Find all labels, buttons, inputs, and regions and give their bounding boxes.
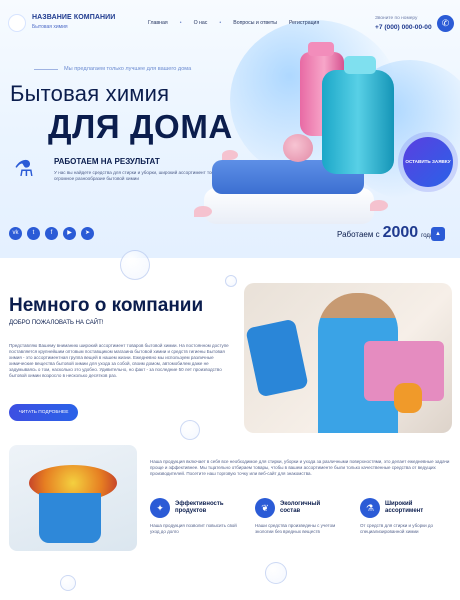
- about-text: Представляю Вашему вниманию широкий ассо…: [9, 343, 229, 379]
- bubble-decoration: [225, 275, 237, 287]
- page: { "header": { "company_title": "НАЗВАНИЕ…: [0, 0, 460, 600]
- feature-desc: Наша продукция позволит повысить свой ух…: [150, 523, 237, 534]
- tagline-text: Мы предлагаем только лучшее для вашего д…: [64, 66, 192, 72]
- leaf-icon: ❦: [255, 498, 275, 518]
- arrow-up-icon[interactable]: ▲: [431, 227, 445, 241]
- feature-title: Широкий ассортимент: [385, 501, 423, 515]
- company-title[interactable]: НАЗВАНИЕ КОМПАНИИ: [32, 14, 115, 21]
- cleaner-photo: [244, 283, 452, 433]
- cleaning-supplies-photo: [9, 445, 137, 551]
- blue-bottle-image: [322, 56, 394, 174]
- twitter-icon[interactable]: t: [27, 227, 40, 240]
- result-title: РАБОТАЕМ НА РЕЗУЛЬТАТ: [54, 157, 160, 166]
- petal-image: [370, 200, 388, 211]
- nav-separator: •: [179, 20, 182, 26]
- about-subtitle: ДОБРО ПОЖАЛОВАТЬ НА САЙТ!: [9, 320, 104, 326]
- feature-item: ❦ Экологичный состав Наши средства произ…: [255, 497, 348, 535]
- feature-title-line2: состав: [280, 508, 301, 514]
- hero-tagline: Мы предлагаем только лучшее для вашего д…: [34, 66, 191, 72]
- since-year: 2000: [382, 224, 419, 241]
- feature-desc: Наши средства произведены с учетом эколо…: [255, 523, 336, 534]
- social-links: vk t f ▶ ➤: [9, 227, 94, 240]
- company-subtitle: Бытовая химия: [32, 24, 68, 30]
- feature-title: Экологичный состав: [280, 501, 320, 515]
- nav-item-faq[interactable]: Вопросы и ответы: [233, 20, 277, 26]
- feature-item: ✦ Эффективность продуктов Наша продукция…: [150, 497, 243, 535]
- feature-title: Эффективность продуктов: [175, 501, 224, 515]
- order-button[interactable]: ОСТАВИТЬ ЗАЯВКУ: [403, 137, 453, 187]
- feature-title-line1: Эффективность: [175, 501, 224, 507]
- read-more-button[interactable]: ЧИТАТЬ ПОДРОБНЕЕ: [9, 404, 78, 421]
- features-list: ✦ Эффективность продуктов Наша продукция…: [150, 497, 453, 535]
- feature-desc: От средств для стирки и уборки до специа…: [360, 523, 434, 534]
- feature-title-line2: ассортимент: [385, 508, 424, 514]
- vk-icon[interactable]: vk: [9, 227, 22, 240]
- nav-separator: •: [219, 20, 222, 26]
- tagline-divider: [34, 68, 58, 70]
- phone-icon[interactable]: ✆: [437, 15, 454, 32]
- feature-title-line2: продуктов: [175, 508, 207, 514]
- bubble-decoration: [265, 562, 287, 584]
- hero-section: НАЗВАНИЕ КОМПАНИИ Бытовая химия Главная …: [0, 0, 460, 258]
- nav-item-home[interactable]: Главная: [148, 20, 168, 26]
- main-nav: Главная • О нас • Вопросы и ответы Регис…: [148, 20, 319, 26]
- youtube-icon[interactable]: ▶: [63, 227, 76, 240]
- bubble-decoration: [120, 250, 150, 280]
- petal-image: [222, 150, 238, 160]
- feature-item: ⚗ Широкий ассортимент От средств для сти…: [360, 497, 453, 535]
- since-word: Работаем с: [337, 230, 380, 239]
- facebook-icon[interactable]: f: [45, 227, 58, 240]
- phone-number[interactable]: +7 (000) 000-00-00: [375, 24, 432, 31]
- bubble-decoration: [180, 420, 200, 440]
- hero-title-line1: Бытовая химия: [10, 81, 170, 106]
- sparkle-icon: ✦: [150, 498, 170, 518]
- flask-icon: ⚗: [360, 498, 380, 518]
- rose-image: [283, 134, 313, 162]
- petal-image: [194, 206, 212, 217]
- bottles-icon: ⚗: [14, 156, 34, 181]
- phone-label: Звоните по номеру: [375, 16, 418, 21]
- company-logo[interactable]: [8, 14, 26, 32]
- feature-title-line1: Экологичный: [280, 501, 321, 507]
- hero-title-line2: ДЛЯ ДОМА: [48, 108, 233, 145]
- about-title: Немного о компании: [9, 295, 204, 316]
- since-year-block: Работаем с 2000 года: [337, 224, 433, 242]
- telegram-icon[interactable]: ➤: [81, 227, 94, 240]
- feature-title-line1: Широкий: [385, 501, 413, 507]
- bubble-decoration: [60, 575, 76, 591]
- nav-item-about[interactable]: О нас: [194, 20, 208, 26]
- nav-item-register[interactable]: Регистрация: [289, 20, 319, 26]
- features-text: Наша продукция включает в себя все необх…: [150, 459, 450, 477]
